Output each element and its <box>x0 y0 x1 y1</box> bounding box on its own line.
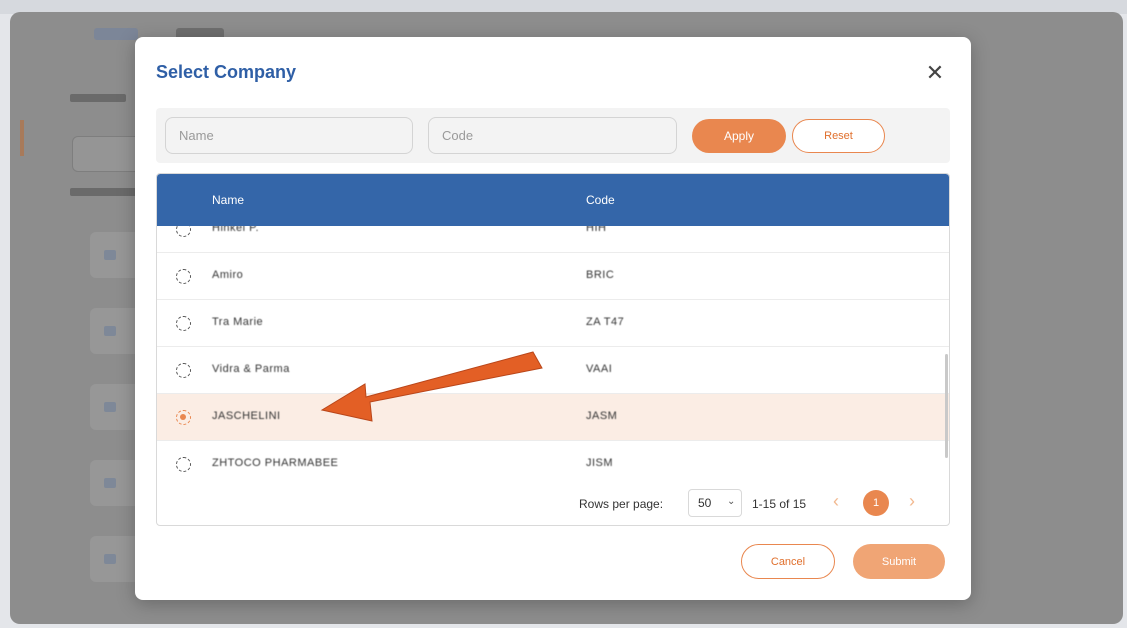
page-button-current[interactable]: 1 <box>863 490 889 516</box>
row-radio[interactable] <box>176 269 191 284</box>
company-name-cell: Hinkel P. <box>212 226 260 234</box>
column-header-name: Name <box>212 193 245 207</box>
rows-per-page-label: Rows per page: <box>579 497 664 511</box>
column-header-code: Code <box>586 193 615 207</box>
chevron-right-icon[interactable]: › <box>909 491 915 512</box>
row-radio-selected[interactable] <box>176 410 191 425</box>
chevron-left-icon[interactable]: ‹ <box>833 491 839 512</box>
row-radio[interactable] <box>176 226 191 237</box>
modal-title: Select Company <box>156 62 297 82</box>
company-name-cell: Vidra & Parma <box>212 363 290 375</box>
cancel-button[interactable]: Cancel <box>741 544 835 579</box>
row-radio[interactable] <box>176 363 191 378</box>
company-code-cell: ZA T47 <box>586 316 625 328</box>
row-radio[interactable] <box>176 316 191 331</box>
company-table: Name Code Hinkel P. HIH Amiro BRIC Tra M… <box>156 173 950 526</box>
company-name-cell: ZHTOCO PHARMABEE <box>212 457 339 469</box>
close-icon[interactable]: ✕ <box>923 61 947 85</box>
pagination-bar: Rows per page: 50 ⌄ 1-15 of 15 ‹ 1 › <box>157 480 949 525</box>
table-row[interactable]: Amiro BRIC <box>157 253 949 300</box>
company-name-cell: JASCHELINI <box>212 410 281 422</box>
filter-bar: Apply Reset <box>156 108 950 163</box>
table-scrollbar[interactable] <box>945 354 948 458</box>
code-filter-input[interactable] <box>428 117 677 154</box>
apply-button[interactable]: Apply <box>692 119 786 153</box>
table-row[interactable]: ZHTOCO PHARMABEE JISM <box>157 441 949 480</box>
background-label <box>70 94 126 102</box>
background-tab <box>94 28 138 40</box>
table-row-selected[interactable]: JASCHELINI JASM <box>157 394 949 441</box>
company-name-cell: Amiro <box>212 269 244 281</box>
submit-button[interactable]: Submit <box>853 544 945 579</box>
row-radio[interactable] <box>176 457 191 472</box>
background-label <box>70 188 140 196</box>
table-row[interactable]: Vidra & Parma VAAI <box>157 347 949 394</box>
rows-per-page-select[interactable]: 50 ⌄ <box>688 489 742 517</box>
company-name-cell: Tra Marie <box>212 316 264 328</box>
table-body[interactable]: Hinkel P. HIH Amiro BRIC Tra Marie ZA T4… <box>157 226 949 480</box>
page-range-text: 1-15 of 15 <box>752 497 807 511</box>
select-company-modal: Select Company ✕ Apply Reset Name Code H… <box>135 37 971 600</box>
company-code-cell: BRIC <box>586 269 615 281</box>
name-filter-input[interactable] <box>165 117 413 154</box>
reset-button[interactable]: Reset <box>792 119 885 153</box>
company-code-cell: JASM <box>586 410 618 422</box>
chevron-down-icon: ⌄ <box>727 496 736 507</box>
table-header: Name Code <box>157 174 949 226</box>
company-code-cell: HIH <box>586 226 607 234</box>
rows-per-page-value: 50 <box>698 496 712 510</box>
table-row[interactable]: Hinkel P. HIH <box>157 226 949 253</box>
company-code-cell: VAAI <box>586 363 613 375</box>
background-accent-strip <box>20 120 24 156</box>
company-code-cell: JISM <box>586 457 614 469</box>
table-row[interactable]: Tra Marie ZA T47 <box>157 300 949 347</box>
